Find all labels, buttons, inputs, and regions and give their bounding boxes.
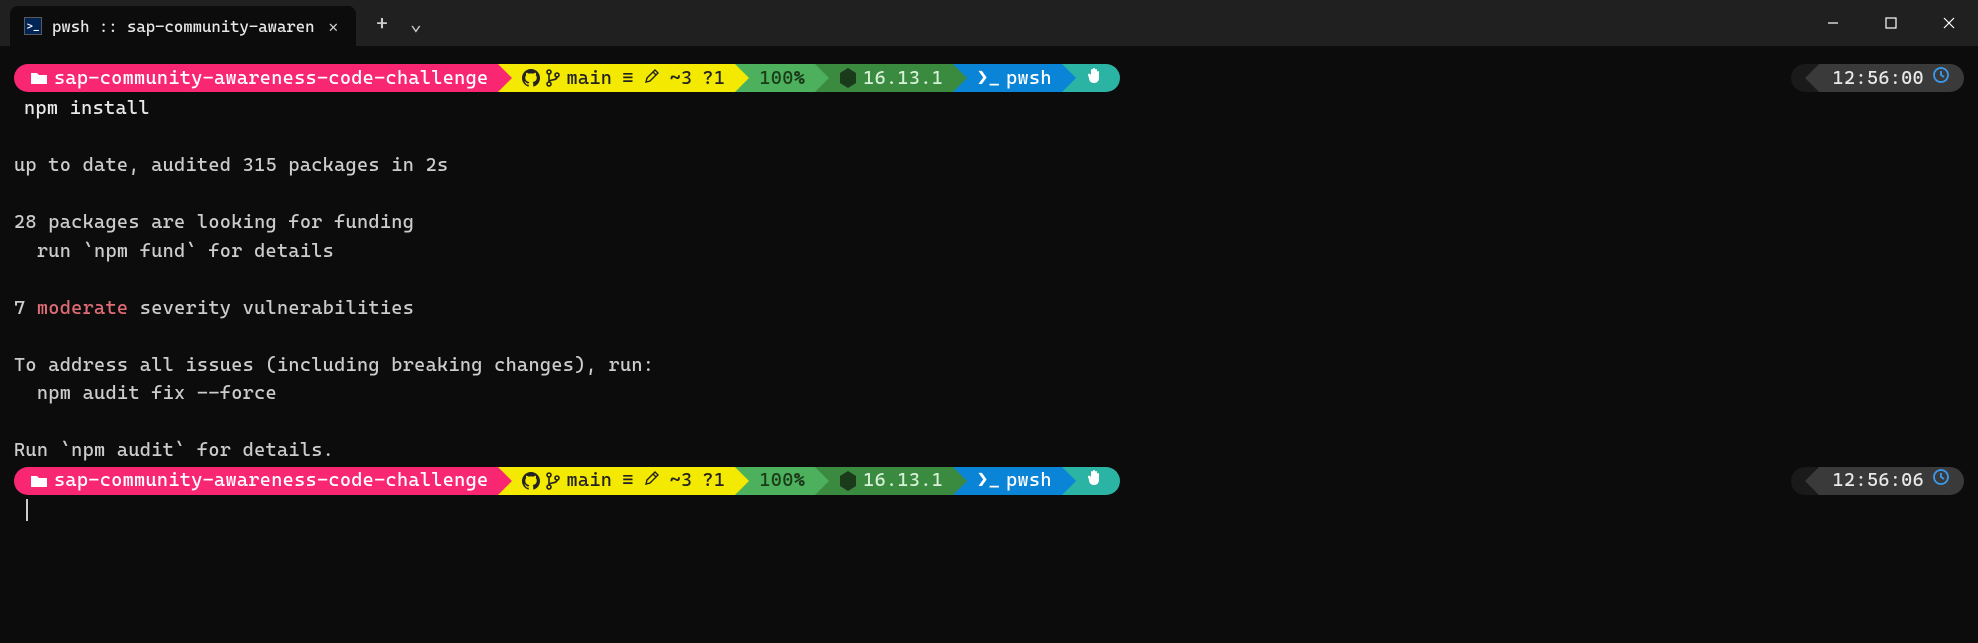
- tab-title: pwsh :: sap-community-awaren: [52, 17, 315, 36]
- hand-icon: [1086, 466, 1104, 495]
- pencil-icon: [644, 64, 660, 93]
- output-line: 28 packages are looking for funding: [14, 208, 1964, 237]
- shell-segment: ❯_ pwsh: [953, 64, 1062, 92]
- terminal-body[interactable]: sap-community-awareness-code-challenge m…: [0, 46, 1978, 531]
- battery-value: 100: [759, 466, 793, 495]
- node-segment: 16.13.1: [815, 64, 953, 92]
- tab-actions: + ⌄: [356, 0, 442, 46]
- node-version: 16.13.1: [863, 64, 943, 93]
- pencil-icon: [644, 466, 660, 495]
- git-branch: main: [566, 466, 612, 495]
- close-tab-icon[interactable]: ✕: [325, 15, 343, 38]
- branch-icon: [546, 69, 560, 87]
- output-line: 7 moderate severity vulnerabilities: [14, 294, 1964, 323]
- node-version: 16.13.1: [863, 466, 943, 495]
- git-untracked: ?1: [703, 64, 726, 93]
- tabs-area: >_ pwsh :: sap-community-awaren ✕ + ⌄: [0, 0, 442, 46]
- git-eq: ≡: [622, 466, 633, 495]
- github-icon: [522, 69, 540, 87]
- prompt-icon: ❯_: [977, 64, 1000, 93]
- git-untracked: ?1: [703, 466, 726, 495]
- close-window-button[interactable]: [1920, 0, 1978, 46]
- prompt-line-1: sap-community-awareness-code-challenge m…: [14, 64, 1964, 92]
- time-value: 12:56:06: [1833, 466, 1924, 495]
- minimize-button[interactable]: [1804, 0, 1862, 46]
- tab-active[interactable]: >_ pwsh :: sap-community-awaren ✕: [10, 6, 356, 46]
- node-icon: [839, 68, 857, 88]
- severity-word: moderate: [37, 297, 128, 319]
- command-text: npm install: [14, 94, 1964, 123]
- maximize-button[interactable]: [1862, 0, 1920, 46]
- tab-dropdown-icon[interactable]: ⌄: [410, 13, 422, 33]
- window-controls: [1804, 0, 1978, 46]
- git-branch: main: [566, 64, 612, 93]
- time-segment: 12:56:00: [1819, 64, 1964, 92]
- node-icon: [839, 471, 857, 491]
- github-icon: [522, 472, 540, 490]
- git-eq: ≡: [622, 64, 633, 93]
- git-segment: main ≡ ~3 ?1: [498, 64, 735, 92]
- output-line: run `npm fund` for details: [14, 237, 1964, 266]
- output-line: Run `npm audit` for details.: [14, 436, 1964, 465]
- text-cursor: [26, 499, 28, 521]
- prompt-icon: ❯_: [977, 466, 1000, 495]
- shell-segment: ❯_ pwsh: [953, 467, 1062, 495]
- git-segment: main ≡ ~3 ?1: [498, 467, 735, 495]
- pct-sign: %: [794, 64, 805, 93]
- output-line: up to date, audited 315 packages in 2s: [14, 151, 1964, 180]
- output-line: To address all issues (including breakin…: [14, 351, 1964, 380]
- output-line: npm audit fix --force: [14, 379, 1964, 408]
- powershell-icon: >_: [24, 17, 42, 35]
- pct-sign: %: [794, 466, 805, 495]
- git-pending: ~3: [670, 466, 693, 495]
- time-segment: 12:56:06: [1819, 467, 1964, 495]
- clock-icon: [1932, 466, 1950, 495]
- shell-name: pwsh: [1006, 466, 1052, 495]
- folder-icon: [30, 474, 48, 488]
- new-tab-button[interactable]: +: [376, 13, 388, 33]
- folder-icon: [30, 71, 48, 85]
- path-segment: sap-community-awareness-code-challenge: [14, 467, 498, 495]
- prompt-line-2: sap-community-awareness-code-challenge m…: [14, 467, 1964, 495]
- git-pending: ~3: [670, 64, 693, 93]
- path-segment: sap-community-awareness-code-challenge: [14, 64, 498, 92]
- node-segment: 16.13.1: [815, 467, 953, 495]
- window-titlebar: >_ pwsh :: sap-community-awaren ✕ + ⌄: [0, 0, 1978, 46]
- path-text: sap-community-awareness-code-challenge: [54, 466, 488, 495]
- shell-name: pwsh: [1006, 64, 1052, 93]
- clock-icon: [1932, 64, 1950, 93]
- battery-value: 100: [759, 64, 793, 93]
- path-text: sap-community-awareness-code-challenge: [54, 64, 488, 93]
- time-value: 12:56:00: [1833, 64, 1924, 93]
- branch-icon: [546, 472, 560, 490]
- hand-icon: [1086, 64, 1104, 93]
